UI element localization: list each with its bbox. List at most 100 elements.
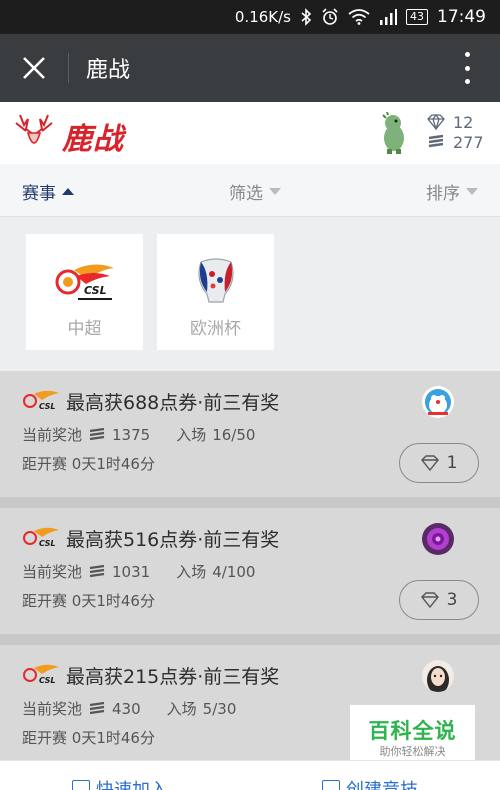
csl-logo: CSL (23, 664, 59, 685)
wallet-stats: 12 277 (427, 112, 484, 152)
entry-value: 5/30 (202, 699, 237, 718)
event-filter[interactable]: 赛事 (22, 179, 74, 204)
battery-icon: 43 (406, 9, 428, 25)
screen-filter[interactable]: 筛选 (229, 179, 281, 204)
screen-filter-label: 筛选 (229, 184, 263, 204)
countdown-label: 距开赛 (22, 455, 68, 473)
dinosaur-avatar[interactable] (376, 112, 410, 154)
pool-value: 430 (112, 699, 141, 718)
app-screen: 0.16K/s 43 17:49 鹿战 鹿战 12 277 赛事 筛选 排序 C… (0, 0, 500, 790)
csl-logo: CSL (55, 264, 114, 300)
create-contest-label: 创建竞技 (346, 776, 418, 790)
entry-fee: 1 (446, 453, 458, 473)
more-icon[interactable] (464, 52, 470, 84)
countdown-label: 距开赛 (22, 729, 68, 747)
create-contest-button[interactable]: 创建竞技 (322, 776, 418, 790)
match-meta: 当前奖池 430 入场 5/30 (22, 698, 236, 719)
diamond-icon (427, 114, 445, 130)
match-card[interactable]: CSL 最高获516点券·前三有奖 当前奖池 1031 入场 4/100 距开赛… (0, 508, 500, 634)
entry-value: 4/100 (212, 562, 256, 581)
match-title: 最高获215点券·前三有奖 (66, 666, 280, 688)
host-avatar (422, 660, 454, 692)
watermark-title: 百科全说 (368, 719, 457, 743)
league-name: 中超 (67, 319, 102, 339)
match-title: 最高获516点券·前三有奖 (66, 529, 280, 551)
league-card-csl[interactable]: CSL 中超 (26, 234, 143, 350)
svg-text:CSL: CSL (39, 402, 55, 411)
brand-name: 鹿战 (62, 122, 124, 157)
caret-up-icon (62, 188, 74, 195)
csl-logo: CSL (23, 390, 59, 411)
pool-label: 当前奖池 (22, 563, 83, 581)
caret-down-icon (269, 188, 281, 195)
coin-count: 277 (453, 132, 484, 152)
diamond-icon (420, 455, 439, 471)
event-filter-label: 赛事 (22, 184, 56, 204)
countdown: 距开赛 0天1时46分 (22, 453, 155, 474)
coin-stack-icon (89, 564, 105, 577)
page-title: 鹿战 (86, 58, 131, 83)
entry-value: 16/50 (212, 425, 256, 444)
alarm-icon (322, 8, 338, 25)
euro-cup-logo (198, 258, 234, 303)
status-bar: 0.16K/s 43 17:49 (0, 0, 500, 34)
bottom-bar: 快速加入 创建竞技 (0, 760, 500, 790)
entry-label: 入场 (176, 563, 207, 581)
countdown-value: 0天1时46分 (71, 729, 155, 747)
match-meta: 当前奖池 1031 入场 4/100 (22, 561, 255, 582)
divider (0, 497, 500, 508)
countdown-value: 0天1时46分 (71, 592, 155, 610)
csl-logo: CSL (23, 527, 59, 548)
pool-label: 当前奖池 (22, 426, 83, 444)
pool-label: 当前奖池 (22, 700, 83, 718)
coin-stack-icon (89, 701, 105, 714)
svg-text:CSL: CSL (39, 539, 55, 548)
countdown: 距开赛 0天1时46分 (22, 590, 155, 611)
network-speed: 0.16K/s (234, 8, 291, 26)
coin-stack-icon (89, 427, 105, 440)
clock: 17:49 (437, 7, 486, 27)
host-avatar (422, 523, 454, 555)
match-title: 最高获688点券·前三有奖 (66, 392, 280, 414)
host-avatar (422, 386, 454, 418)
entry-fee: 3 (446, 590, 458, 610)
league-name: 欧洲杯 (190, 319, 241, 339)
countdown-label: 距开赛 (22, 592, 68, 610)
deer-logo (15, 114, 53, 144)
bluetooth-icon (301, 8, 312, 26)
wifi-icon (348, 9, 370, 25)
coin-stack-icon (428, 134, 444, 148)
watermark-subtitle: 助你轻松解决 (379, 745, 446, 758)
sort-filter-label: 排序 (426, 184, 460, 204)
divider (68, 53, 69, 83)
match-meta: 当前奖池 1375 入场 16/50 (22, 424, 255, 445)
divider (0, 634, 500, 645)
countdown: 距开赛 0天1时46分 (22, 727, 155, 748)
entry-label: 入场 (166, 700, 197, 718)
entry-fee-button[interactable]: 1 (399, 443, 479, 483)
close-icon[interactable] (20, 54, 48, 82)
countdown-value: 0天1时46分 (71, 455, 155, 473)
app-bar: 鹿战 (0, 34, 500, 102)
signal-icon (380, 9, 397, 25)
league-card-euro[interactable]: 欧洲杯 (157, 234, 274, 350)
entry-label: 入场 (176, 426, 207, 444)
svg-text:CSL: CSL (39, 676, 55, 685)
league-panel: CSL 中超 欧洲杯 (0, 218, 500, 370)
caret-down-icon (466, 188, 478, 195)
watermark: 百科全说 助你轻松解决 (350, 705, 475, 763)
document-icon (322, 780, 340, 790)
svg-text:CSL: CSL (84, 284, 107, 297)
quick-join-button[interactable]: 快速加入 (72, 776, 168, 790)
match-card[interactable]: CSL 最高获688点券·前三有奖 当前奖池 1375 入场 16/50 距开赛… (0, 371, 500, 497)
brand-header: 鹿战 12 277 (0, 102, 500, 164)
entry-fee-button[interactable]: 3 (399, 580, 479, 620)
filter-bar: 赛事 筛选 排序 (0, 164, 500, 217)
diamond-icon (420, 592, 439, 608)
diamond-count: 12 (453, 112, 474, 132)
pool-value: 1375 (112, 425, 151, 444)
quick-join-label: 快速加入 (96, 776, 168, 790)
pool-value: 1031 (112, 562, 151, 581)
sort-filter[interactable]: 排序 (426, 179, 478, 204)
plus-box-icon (72, 780, 90, 790)
